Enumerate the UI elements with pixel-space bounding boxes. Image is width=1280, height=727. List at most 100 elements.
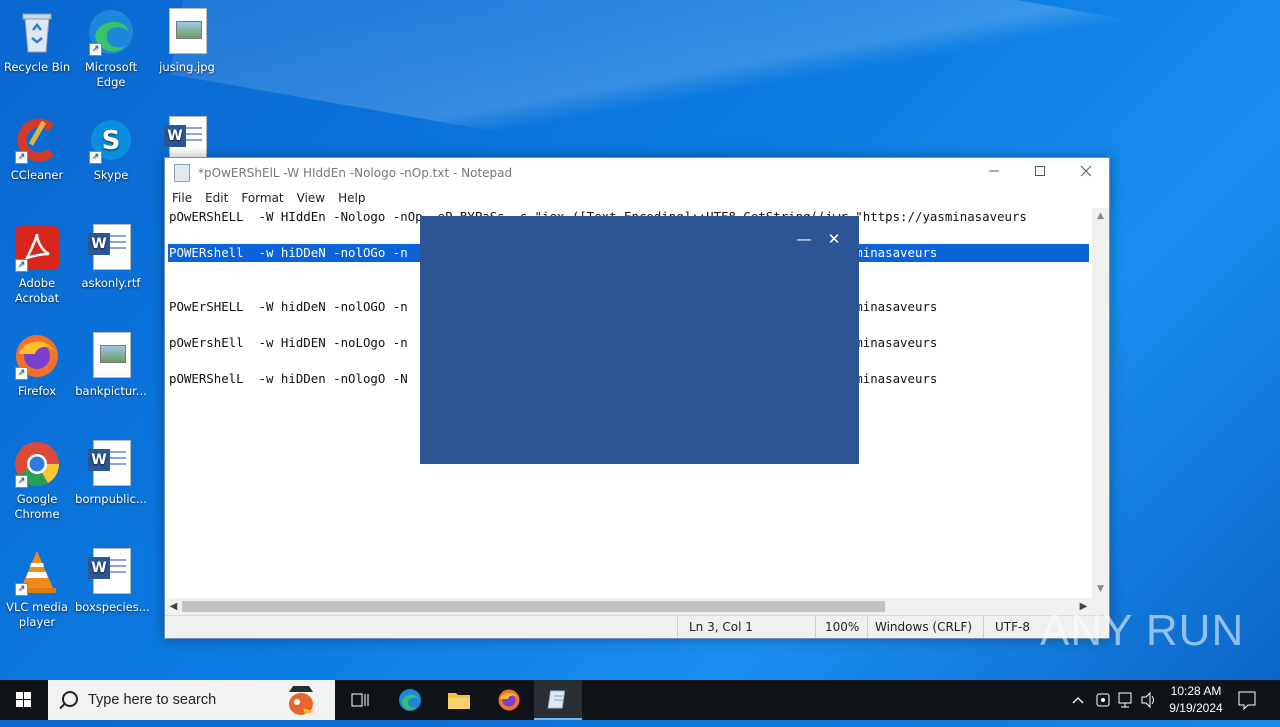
close-button[interactable] [1063,158,1109,188]
desktop-icon-label: Google Chrome [14,492,60,521]
windows-logo-icon [16,692,31,707]
tray-device-button[interactable] [1094,680,1112,720]
desktop-icon-label: VLC media player [6,600,68,629]
taskbar-firefox[interactable] [485,680,533,720]
search-icon [62,691,78,707]
firefox-icon [498,689,520,711]
task-view-button[interactable] [336,680,384,720]
clock-date: 9/19/2024 [1169,701,1223,715]
scroll-down-icon[interactable]: ▼ [1092,581,1109,598]
minimize-icon [989,170,999,172]
chrome-icon: ↗ [13,440,61,488]
desktop-icon-firefox[interactable]: ↗ Firefox [1,332,73,399]
desktop-icon-boxspecies[interactable]: W boxspecies... [75,548,150,615]
desktop-icon-google-chrome[interactable]: ↗ Google Chrome [1,440,73,522]
desktop-icon-jusing-jpg[interactable]: jusing.jpg [151,8,223,75]
menu-file[interactable]: File [172,191,192,205]
skype-icon: S ↗ [87,116,135,164]
search-placeholder: Type here to search [88,692,217,708]
scroll-left-icon[interactable]: ◀ [165,598,182,615]
desktop-icon-label: askonly.rtf [81,276,141,290]
vlc-icon: ↗ [13,548,61,596]
volume-icon [1141,691,1154,709]
desktop-icon-label: Recycle Bin [3,60,71,74]
scroll-up-icon[interactable]: ▲ [1092,208,1109,225]
start-button[interactable] [0,680,48,720]
shortcut-arrow-icon: ↗ [15,367,28,380]
menu-format[interactable]: Format [241,191,283,205]
recycle-bin-icon [13,8,61,56]
overlay-minimize-button[interactable]: — [794,230,814,248]
taskbar-edge[interactable] [386,680,434,720]
desktop-icon-label: Adobe Acrobat [14,276,60,305]
desktop-icon-label: Skype [93,168,129,182]
edge-icon: ↗ [87,8,135,56]
shortcut-arrow-icon: ↗ [15,475,28,488]
word-doc-icon: W [87,548,135,596]
taskbar-search-box[interactable]: Type here to search [48,680,335,720]
overlay-close-button[interactable]: ✕ [824,230,844,248]
desktop-icon-adobe-acrobat[interactable]: ↗ Adobe Acrobat [1,224,73,306]
zoom-level: 100% [825,620,860,634]
maximize-icon [1035,166,1045,176]
edge-icon [399,689,421,711]
tray-volume-button[interactable] [1140,680,1158,720]
horizontal-scrollbar[interactable]: ◀ ▶ [165,598,1092,615]
desktop-icon-edge[interactable]: ↗ Microsoft Edge [75,8,147,90]
word-doc-icon: W [87,224,135,272]
close-icon [1080,165,1092,177]
image-file-icon [87,332,135,380]
network-icon [1118,692,1132,708]
status-bar: Ln 3, Col 1 100% Windows (CRLF) UTF-8 [165,615,1109,638]
folder-icon [448,693,470,709]
shortcut-arrow-icon: ↗ [89,43,102,56]
notepad-titlebar[interactable]: *pOwERShElL -W HIddEn -Nologo -nOp.txt -… [165,158,1109,188]
desktop-icon-label: CCleaner [10,168,64,182]
ccleaner-icon: ↗ [13,116,61,164]
line-endings: Windows (CRLF) [875,620,973,634]
watermark-text: ANY RUN [1040,606,1245,655]
word-doc-icon: W [87,440,135,488]
desktop-icon-label: bornpublic... [75,492,147,506]
menu-view[interactable]: View [297,191,325,205]
overlay-popup-window[interactable]: — ✕ [420,216,859,464]
show-hidden-icons-button[interactable] [1070,680,1086,720]
firefox-icon: ↗ [13,332,61,380]
acrobat-icon: ↗ [13,224,61,272]
notepad-icon [547,690,566,709]
menu-bar: File Edit Format View Help [165,188,1109,208]
menu-help[interactable]: Help [338,191,365,205]
desktop-icon-label: jusing.jpg [159,60,215,74]
shortcut-arrow-icon: ↗ [15,259,28,272]
desktop-icon-bornpublic[interactable]: W bornpublic... [75,440,147,507]
menu-edit[interactable]: Edit [205,191,228,205]
taskbar-notepad[interactable] [534,680,582,720]
shortcut-arrow-icon: ↗ [89,151,102,164]
taskbar-file-explorer[interactable] [435,680,483,720]
horizontal-scroll-thumb[interactable] [182,601,885,612]
chevron-up-icon [1072,697,1084,704]
desktop-icon-label: bankpictur... [75,384,147,398]
maximize-button[interactable] [1017,158,1063,188]
desktop-icon-skype[interactable]: S ↗ Skype [75,116,147,183]
task-view-icon [351,693,369,707]
minimize-button[interactable] [971,158,1017,188]
desktop-icon-askonly-rtf[interactable]: W askonly.rtf [75,224,147,291]
image-file-icon [163,8,211,56]
device-icon [1096,693,1110,707]
notepad-icon [174,164,190,182]
desktop-icon-recycle-bin[interactable]: Recycle Bin [1,8,73,75]
vertical-scrollbar[interactable]: ▲ ▼ [1092,208,1109,598]
action-center-button[interactable] [1236,680,1258,720]
notification-icon [1238,691,1256,711]
shortcut-arrow-icon: ↗ [15,583,28,596]
search-highlight-icon [289,686,315,715]
desktop-icon-vlc[interactable]: ↗ VLC media player [1,548,73,630]
taskbar-clock[interactable]: 10:28 AM 9/19/2024 [1160,683,1232,717]
shortcut-arrow-icon: ↗ [15,151,28,164]
desktop-icon-ccleaner[interactable]: ↗ CCleaner [1,116,73,183]
cursor-position: Ln 3, Col 1 [689,620,753,634]
window-title: *pOwERShElL -W HIddEn -Nologo -nOp.txt -… [198,166,513,180]
tray-network-button[interactable] [1117,680,1135,720]
desktop-icon-bankpicture[interactable]: bankpictur... [75,332,147,399]
